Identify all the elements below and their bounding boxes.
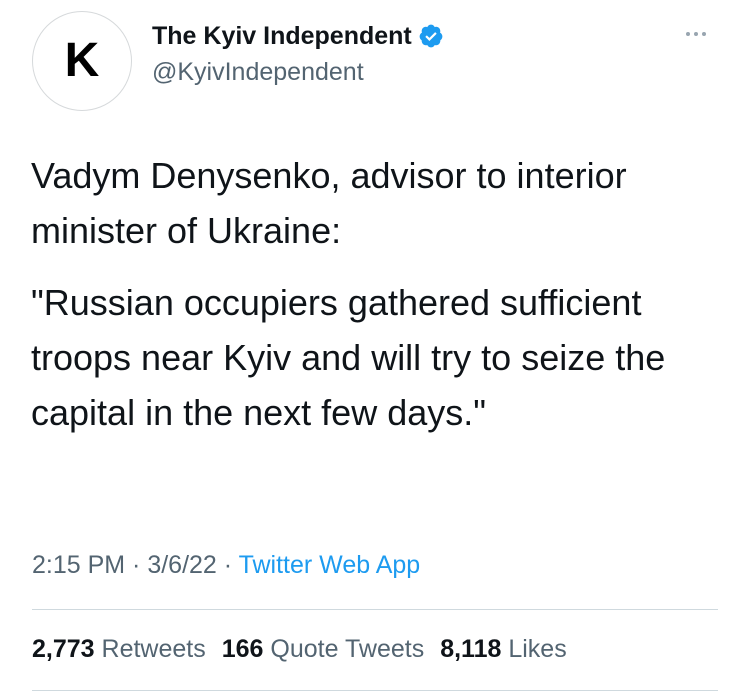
- avatar[interactable]: K: [32, 11, 132, 111]
- meta-separator: ·: [216, 551, 239, 579]
- avatar-letter: K: [64, 34, 100, 87]
- retweets-stat[interactable]: 2,773 Retweets: [32, 632, 206, 666]
- author-name-row: The Kyiv Independent: [152, 20, 444, 52]
- more-options-button[interactable]: [676, 24, 716, 44]
- tweet-meta: 2:15 PM · 3/6/22 · Twitter Web App: [32, 547, 420, 583]
- display-name[interactable]: The Kyiv Independent: [152, 20, 412, 52]
- quote-tweets-count: 166: [221, 635, 264, 663]
- likes-count: 8,118: [440, 635, 502, 663]
- divider: [32, 609, 718, 610]
- likes-label: Likes: [508, 635, 567, 663]
- quote-tweets-stat[interactable]: 166 Quote Tweets: [222, 632, 424, 666]
- tweet-date[interactable]: 3/6/22: [147, 551, 217, 579]
- tweet-source-link[interactable]: Twitter Web App: [239, 551, 421, 579]
- quote-tweets-label: Quote Tweets: [270, 635, 425, 663]
- divider: [32, 690, 718, 691]
- more-dot-icon: [702, 32, 706, 36]
- tweet-stats: 2,773 Retweets 166 Quote Tweets 8,118 Li…: [32, 632, 583, 666]
- tweet-time[interactable]: 2:15 PM: [32, 551, 125, 579]
- retweets-label: Retweets: [101, 635, 206, 663]
- tweet-text-paragraph: "Russian occupiers gathered sufficient t…: [31, 282, 676, 433]
- meta-separator: ·: [125, 551, 148, 579]
- likes-stat[interactable]: 8,118 Likes: [440, 632, 567, 666]
- more-dot-icon: [694, 32, 698, 36]
- tweet-text-paragraph: Vadym Denysenko, advisor to interior min…: [31, 155, 637, 251]
- more-dot-icon: [686, 32, 690, 36]
- author-handle[interactable]: @KyivIndependent: [152, 56, 364, 88]
- verified-badge-icon: [419, 24, 443, 48]
- retweets-count: 2,773: [32, 635, 95, 663]
